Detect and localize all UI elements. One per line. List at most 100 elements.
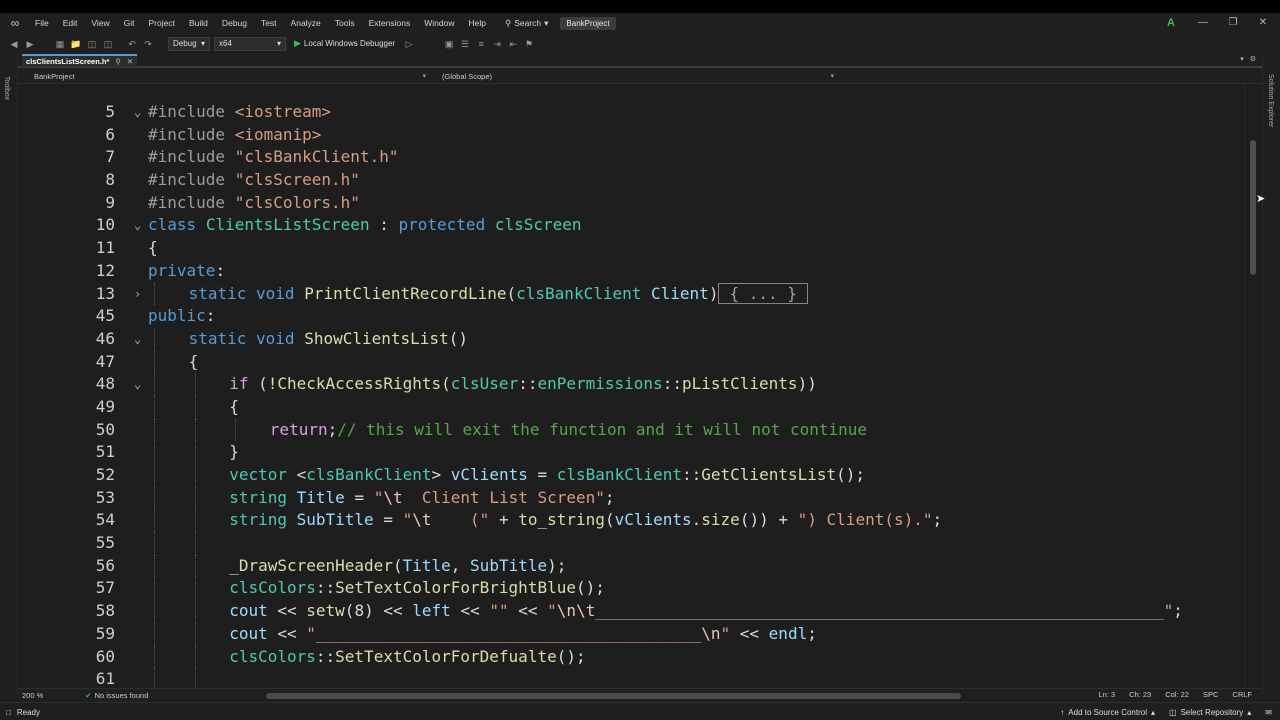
run-label: Local Windows Debugger (303, 39, 396, 48)
menu-item-help[interactable]: Help (461, 13, 492, 33)
account-avatar[interactable]: A (1164, 16, 1178, 30)
undo-icon[interactable]: ↶ (126, 38, 138, 50)
toolbox-label[interactable]: Toolbox (3, 76, 10, 100)
breakpoints-icon[interactable]: ▣ (443, 38, 455, 50)
tab-list-dropdown-icon[interactable]: ▾ (1240, 55, 1244, 63)
search-box[interactable]: ⚲ Search ▾ (499, 18, 554, 29)
indent-guide (154, 464, 155, 487)
menu-item-edit[interactable]: Edit (56, 13, 85, 33)
bookmark-icon[interactable]: ⚑ (523, 38, 535, 50)
source-control-icon: ↑ (1060, 707, 1065, 717)
line-number: 60 (95, 646, 115, 666)
line-ending[interactable]: CRLF (1232, 690, 1252, 699)
configuration-select[interactable]: Debug ▾ (168, 36, 210, 51)
vertical-scroll-thumb[interactable] (1250, 140, 1256, 275)
zoom-level[interactable]: 200 % (22, 691, 43, 700)
format-icon[interactable]: ☰ (459, 38, 471, 50)
vertical-scrollbar[interactable] (1244, 85, 1262, 694)
tab-clsClientsListScreen[interactable]: clsClientsListScreen.h* ⚲ ✕ (22, 54, 138, 67)
collapse-chevron-icon[interactable]: ⌄ (134, 214, 146, 237)
code-text: #include "clsScreen.h" (148, 170, 360, 190)
menu-item-window[interactable]: Window (417, 13, 461, 33)
menu-items: File Edit View Git Project Build Debug Test Anal… (28, 13, 493, 33)
expand-chevron-icon[interactable]: › (134, 283, 146, 306)
pin-icon[interactable]: ⚲ (115, 57, 121, 66)
project-dropdown[interactable]: BankProject ▾ (18, 71, 428, 83)
minimize-icon[interactable]: — (1196, 16, 1210, 30)
chevron-up-icon: ▴ (1151, 707, 1156, 717)
open-folder-icon[interactable]: 📁 (70, 38, 82, 50)
menu-item-view[interactable]: View (84, 13, 116, 33)
horizontal-scrollbar[interactable] (266, 693, 1086, 699)
right-tool-strip: Solution Explorer (1262, 54, 1280, 695)
indent-guide (194, 554, 196, 578)
save-all-icon[interactable]: ◫ (102, 38, 114, 50)
outdent-icon[interactable]: ⇤ (507, 38, 519, 50)
solution-explorer-label[interactable]: Solution Explorer (1267, 74, 1274, 127)
horizontal-scroll-thumb[interactable] (266, 693, 961, 699)
menu-item-analyze[interactable]: Analyze (284, 13, 328, 33)
menu-item-extensions[interactable]: Extensions (362, 13, 418, 33)
menu-item-project[interactable]: Project (142, 13, 182, 33)
menu-item-file[interactable]: File (28, 13, 56, 33)
line-number: 55 (95, 533, 115, 553)
line-number: 50 (95, 419, 115, 439)
project-badge: BankProject (560, 16, 616, 30)
menu-item-build[interactable]: Build (182, 13, 215, 33)
add-to-source-control[interactable]: Add to Source Control (1068, 708, 1147, 717)
collapse-chevron-icon[interactable]: ⌄ (134, 101, 146, 124)
code-text: { (188, 351, 199, 371)
menu-item-git[interactable]: Git (117, 13, 142, 33)
ide-window: ∞ File Edit View Git Project Build Debug Test An… (0, 13, 1280, 720)
indent-guide (154, 622, 155, 646)
indent-guide (194, 600, 196, 623)
indent-guide (194, 418, 196, 442)
restore-icon[interactable]: ❐ (1226, 16, 1240, 30)
select-repository[interactable]: Select Repository (1181, 708, 1244, 717)
code-text: #include <iostream> (148, 102, 332, 121)
new-project-icon[interactable]: ▦ (54, 38, 66, 50)
document-tab-row: clsClientsListScreen.h* ⚲ ✕ ▾ ⚙ (18, 54, 1262, 68)
collapse-chevron-icon[interactable]: ⌄ (134, 328, 146, 351)
mouse-cursor-icon: ➤ (1256, 193, 1266, 205)
settings-icon[interactable]: ⚙ (1250, 55, 1256, 63)
run-debugger-button[interactable]: ▶ Local Windows Debugger (290, 38, 399, 49)
notifications-icon[interactable]: ✉ (1265, 708, 1272, 717)
comment-icon[interactable]: ≡ (475, 38, 487, 50)
line-number: 54 (95, 510, 115, 530)
menu-item-debug[interactable]: Debug (215, 13, 254, 33)
whitespace-mode[interactable]: SPC (1203, 690, 1218, 699)
menu-item-test[interactable]: Test (254, 13, 284, 33)
chevron-up-icon: ▴ (1247, 707, 1252, 717)
code-text: { (148, 238, 158, 258)
scope-dropdown[interactable]: (Global Scope) ▾ (428, 71, 836, 83)
code-text: { (229, 396, 239, 416)
start-without-debugging-icon[interactable]: ▷ (403, 38, 415, 50)
code-editor[interactable]: 5 ⌄ #include <iostream> 6 #include <iomanip>… (18, 85, 1244, 694)
issues-status[interactable]: No issues found (95, 691, 149, 700)
char-number[interactable]: Ch: 23 (1129, 690, 1151, 699)
code-text: string SubTitle = "\t (" + to_string(vCl… (229, 510, 943, 530)
redo-icon[interactable]: ↷ (142, 38, 154, 50)
back-icon[interactable]: ◀ (8, 38, 20, 50)
save-icon[interactable]: ◫ (86, 38, 98, 50)
menu-item-tools[interactable]: Tools (328, 13, 362, 33)
scope-value: (Global Scope) (442, 71, 493, 81)
line-number[interactable]: Ln: 3 (1098, 690, 1115, 699)
close-window-icon[interactable]: ✕ (1256, 16, 1270, 30)
tab-label: clsClientsListScreen.h* (26, 57, 110, 66)
indent-guide (154, 554, 155, 578)
collapse-chevron-icon[interactable]: ⌄ (134, 373, 146, 396)
column-number[interactable]: Col: 22 (1165, 690, 1189, 699)
line-number: 9 (105, 192, 115, 212)
indent-guide (235, 418, 237, 442)
forward-icon[interactable]: ▶ (24, 38, 36, 50)
code-text: string Title = "\t Client List Screen"; (229, 487, 615, 507)
indent-icon[interactable]: ⇥ (491, 38, 503, 50)
close-tab-icon[interactable]: ✕ (127, 57, 133, 66)
line-number: 59 (95, 623, 115, 643)
platform-select[interactable]: x64 ▾ (214, 36, 286, 51)
visual-studio-logo-icon[interactable]: ∞ (8, 16, 22, 30)
indent-guide (154, 282, 155, 306)
line-number: 45 (95, 306, 115, 326)
